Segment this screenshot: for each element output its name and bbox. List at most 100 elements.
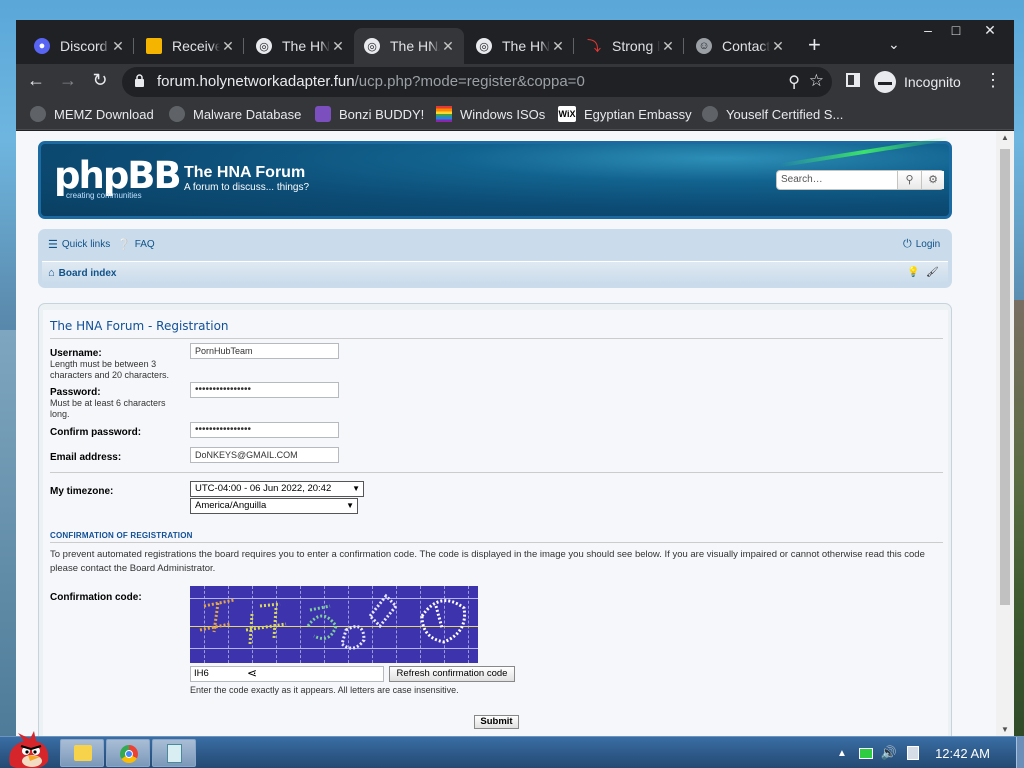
- close-tab-icon[interactable]: ✕: [440, 38, 456, 55]
- email-field[interactable]: DoNKEYS@GMAIL.COM: [190, 447, 339, 463]
- zoom-icon[interactable]: ⚲: [788, 72, 800, 92]
- incognito-label: Incognito: [904, 74, 961, 90]
- brush-icon[interactable]: 🖌: [926, 267, 939, 278]
- close-tab-icon[interactable]: ✕: [110, 38, 126, 55]
- globe-icon: ◎: [476, 38, 492, 54]
- close-tab-icon[interactable]: ✕: [660, 38, 676, 55]
- confirm-password-label: Confirm password:: [50, 427, 142, 438]
- side-panel-icon[interactable]: [846, 73, 860, 87]
- username-explain: Length must be between 3 characters and …: [50, 359, 170, 380]
- bookmark-memz[interactable]: MEMZ Download: [30, 106, 154, 122]
- hamburger-icon: ☰: [48, 239, 58, 251]
- browser-window: ● Discord ✕ Receive ✕ ◎ The HNA ✕ ◎ The …: [16, 20, 1014, 736]
- bookmark-malware-db[interactable]: Malware Database: [169, 106, 301, 122]
- scroll-up-icon[interactable]: ▲: [1001, 133, 1009, 142]
- tab-5[interactable]: ◎ The HNA ✕: [466, 32, 574, 60]
- taskbar-explorer[interactable]: [60, 739, 104, 767]
- bookmark-label: MEMZ Download: [54, 106, 154, 122]
- timezone-select[interactable]: UTC-04:00 - 06 Jun 2022, 20:42 ▼: [190, 481, 364, 497]
- page-scrollbar[interactable]: ▲ ▼: [996, 131, 1014, 736]
- bookmark-bonzi[interactable]: Bonzi BUDDY!: [315, 106, 424, 122]
- reload-icon[interactable]: ↻: [88, 70, 112, 91]
- tab-title: Receive: [172, 38, 220, 54]
- bookmark-star-icon[interactable]: ☆: [809, 71, 824, 91]
- notepad-icon: [167, 744, 182, 763]
- show-desktop-button[interactable]: [1016, 737, 1024, 768]
- timezone-value: UTC-04:00 - 06 Jun 2022, 20:42: [195, 483, 332, 494]
- globe-icon: [30, 106, 46, 122]
- globe-icon: ◎: [364, 38, 380, 54]
- show-hidden-icons-icon[interactable]: ▲: [837, 748, 847, 759]
- bookmark-label: Malware Database: [193, 106, 302, 122]
- tab-title: Contact: [722, 38, 770, 54]
- tab-6[interactable]: ⤵ Strong l ✕: [576, 32, 684, 60]
- url-text[interactable]: forum.holynetworkadapter.fun/ucp.php?mod…: [157, 73, 585, 90]
- phpbb-logo[interactable]: phpBB creating communities: [54, 157, 182, 207]
- menu-kebab-icon[interactable]: ⋮: [984, 70, 1002, 91]
- scroll-down-icon[interactable]: ▼: [1001, 725, 1009, 734]
- system-tray: ▲ 🔊 12:42 AM: [837, 737, 1024, 768]
- tab-3[interactable]: ◎ The HNA ✕: [246, 32, 354, 60]
- search-input[interactable]: Search…: [778, 172, 896, 188]
- quick-links-button[interactable]: ☰ Quick links: [48, 238, 110, 251]
- taskbar-notepad[interactable]: [152, 739, 196, 767]
- tab-title: The HNA: [282, 38, 330, 54]
- close-tab-icon[interactable]: ✕: [220, 38, 236, 55]
- tab-search-chevron-icon[interactable]: ⌄: [888, 36, 900, 53]
- close-tab-icon[interactable]: ✕: [770, 38, 786, 55]
- address-bar[interactable]: forum.holynetworkadapter.fun/ucp.php?mod…: [122, 67, 832, 97]
- username-field[interactable]: PornHubTeam: [190, 343, 339, 359]
- password-field[interactable]: ••••••••••••••••: [190, 382, 339, 398]
- volume-icon[interactable]: 🔊: [881, 745, 897, 761]
- new-tab-icon[interactable]: +: [808, 34, 821, 56]
- board-index-label: Board index: [58, 267, 117, 279]
- advanced-search-gear-icon[interactable]: ⚙: [921, 171, 944, 189]
- lightbulb-icon[interactable]: 💡: [907, 267, 919, 278]
- tab-2[interactable]: Receive ✕: [136, 32, 244, 60]
- minimize-icon[interactable]: –: [916, 20, 940, 40]
- tab-1[interactable]: ● Discord ✕: [24, 32, 134, 60]
- close-tab-icon[interactable]: ✕: [550, 38, 566, 55]
- divider: [50, 338, 943, 339]
- refresh-code-button[interactable]: Refresh confirmation code: [389, 666, 515, 682]
- maximize-icon[interactable]: □: [944, 20, 968, 40]
- bookmark-windows-isos[interactable]: Windows ISOs: [436, 106, 545, 122]
- taskbar-chrome[interactable]: [106, 739, 150, 767]
- incognito-button[interactable]: Incognito: [874, 68, 961, 96]
- start-button-angry-bird-icon[interactable]: [4, 731, 52, 768]
- tab-4-active[interactable]: ◎ The HNA ✕: [354, 28, 464, 64]
- network-icon[interactable]: [858, 747, 873, 759]
- action-center-icon[interactable]: [907, 746, 920, 760]
- site-description: A forum to discuss... things?: [184, 182, 310, 193]
- username-label: Username:: [50, 348, 102, 359]
- forward-icon[interactable]: →: [56, 70, 80, 91]
- bookmark-egyptian-embassy[interactable]: WiX Egyptian Embassy: [558, 106, 692, 122]
- search-icon[interactable]: ⚲: [897, 171, 921, 189]
- question-icon: ❔: [117, 239, 131, 251]
- text-cursor-icon: ⋖: [247, 666, 258, 680]
- login-link[interactable]: ⏻ Login: [903, 238, 940, 251]
- registration-panel: The HNA Forum - Registration Username: L…: [38, 303, 952, 736]
- close-window-icon[interactable]: ✕: [978, 20, 1002, 40]
- contact-icon: ☺: [696, 38, 712, 54]
- scrollbar-thumb[interactable]: [1000, 149, 1010, 605]
- lock-icon[interactable]: [134, 74, 145, 87]
- confirmation-code-field[interactable]: IH6 ⋖: [190, 666, 384, 682]
- confirm-password-field[interactable]: ••••••••••••••••: [190, 422, 339, 438]
- tab-title: Discord: [60, 38, 108, 54]
- close-tab-icon[interactable]: ✕: [330, 38, 346, 55]
- timezone-region-select[interactable]: America/Anguilla ▼: [190, 498, 358, 514]
- tab-7[interactable]: ☺ Contact ✕: [686, 32, 794, 60]
- quick-links-label: Quick links: [61, 239, 111, 250]
- folder-icon: [74, 745, 92, 761]
- chevron-down-icon: ▼: [346, 501, 354, 510]
- board-index-link[interactable]: ⌂ Board index: [48, 267, 116, 279]
- bookmark-certified[interactable]: Youself Certified S...: [702, 106, 843, 122]
- submit-button[interactable]: Submit: [474, 715, 519, 729]
- bookmark-label: Bonzi BUDDY!: [339, 106, 425, 122]
- clock[interactable]: 12:42 AM: [935, 746, 990, 761]
- discord-icon: ●: [34, 38, 50, 54]
- faq-link[interactable]: ❔ FAQ: [117, 238, 155, 251]
- site-name: The HNA Forum: [184, 164, 306, 181]
- back-icon[interactable]: ←: [24, 70, 48, 91]
